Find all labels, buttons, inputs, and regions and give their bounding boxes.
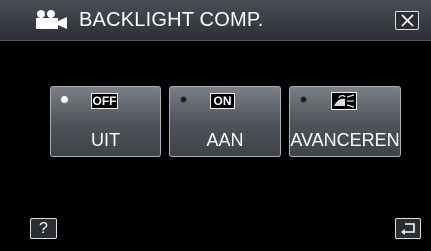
radio-unselected-indicator: [180, 96, 187, 103]
off-badge: OFF: [91, 93, 118, 109]
page-title: BACKLIGHT COMP.: [79, 9, 264, 31]
on-badge: ON: [210, 93, 235, 109]
option-uit-button[interactable]: OFF UIT: [50, 86, 161, 157]
return-arrow-icon: [401, 223, 415, 235]
radio-unselected-indicator: [300, 96, 307, 103]
option-label-avanceren: AVANCEREN: [290, 130, 400, 150]
backlight-advanced-icon: [331, 92, 357, 110]
close-button[interactable]: [395, 11, 419, 30]
close-icon: [401, 14, 414, 27]
option-aan-button[interactable]: ON AAN: [169, 86, 281, 157]
help-button[interactable]: ?: [30, 218, 57, 239]
back-button[interactable]: [395, 218, 421, 239]
movie-camera-icon: [36, 10, 67, 29]
option-label-uit: UIT: [91, 130, 120, 150]
title-bar: BACKLIGHT COMP.: [0, 0, 431, 41]
radio-selected-indicator: [61, 96, 68, 103]
option-label-aan: AAN: [206, 130, 244, 150]
option-avanceren-button[interactable]: AVANCEREN: [289, 86, 401, 157]
